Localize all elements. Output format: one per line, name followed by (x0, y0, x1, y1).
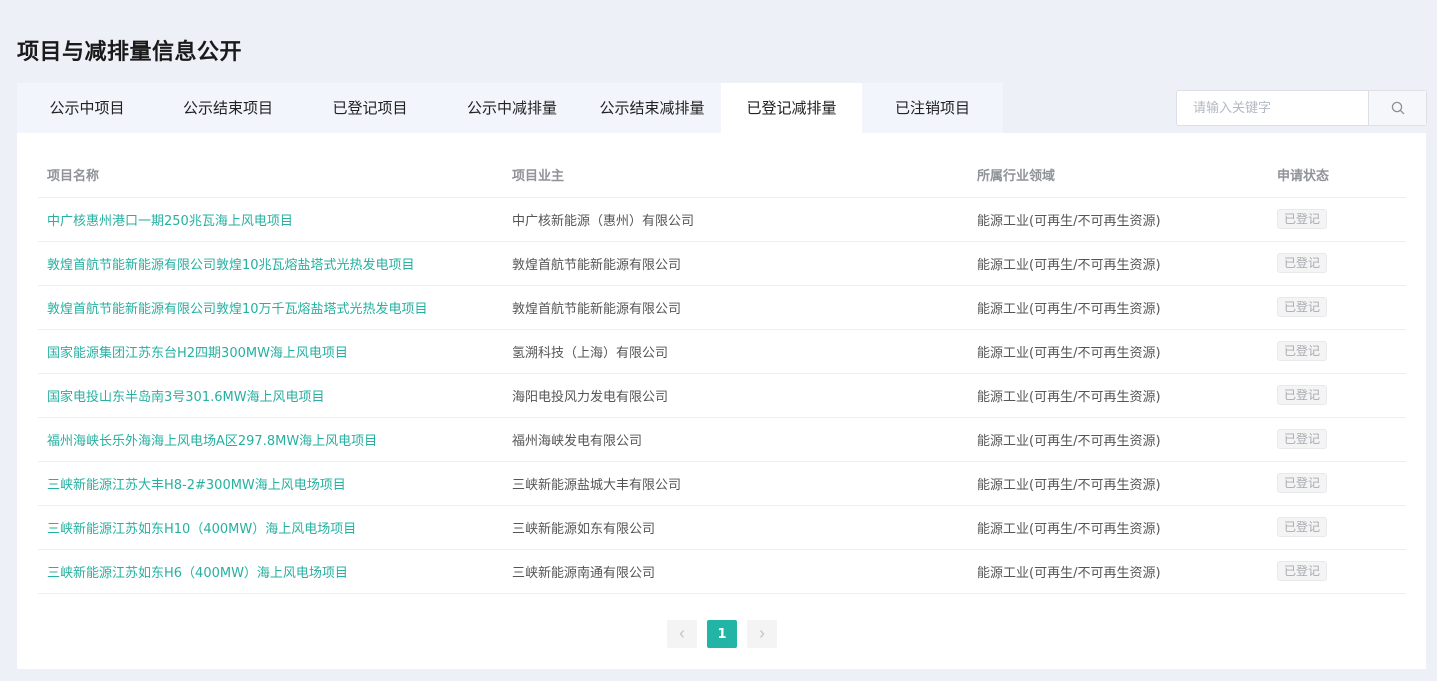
table-row: 三峡新能源江苏如东H10（400MW）海上风电场项目 三峡新能源如东有限公司 能… (38, 505, 1406, 550)
column-header-owner: 项目业主 (503, 153, 968, 198)
status-badge: 已登记 (1277, 341, 1328, 361)
project-industry: 能源工业(可再生/不可再生资源) (968, 241, 1268, 286)
project-industry: 能源工业(可再生/不可再生资源) (968, 373, 1268, 418)
table-row: 三峡新能源江苏大丰H8-2#300MW海上风电场项目 三峡新能源盐城大丰有限公司… (38, 461, 1406, 506)
project-name-link[interactable]: 国家电投山东半岛南3号301.6MW海上风电项目 (47, 390, 325, 405)
project-name-link[interactable]: 三峡新能源江苏大丰H8-2#300MW海上风电场项目 (47, 478, 346, 493)
tab-registered-reductions[interactable]: 已登记减排量 (721, 83, 862, 133)
project-owner: 三峡新能源盐城大丰有限公司 (503, 461, 968, 506)
pagination: 1 (667, 620, 777, 648)
project-industry: 能源工业(可再生/不可再生资源) (968, 285, 1268, 330)
column-header-name: 项目名称 (38, 153, 503, 198)
chevron-left-icon (679, 630, 684, 638)
project-owner: 中广核新能源（惠州）有限公司 (503, 197, 968, 242)
table-row: 福州海峡长乐外海海上风电场A区297.8MW海上风电项目 福州海峡发电有限公司 … (38, 417, 1406, 462)
tab-bar: 公示中项目 公示结束项目 已登记项目 公示中减排量 公示结束减排量 已登记减排量… (17, 83, 1003, 133)
tab-announcing-reductions[interactable]: 公示中减排量 (441, 83, 583, 133)
project-name-link[interactable]: 敦煌首航节能新能源有限公司敦煌10兆瓦熔盐塔式光热发电项目 (47, 258, 415, 273)
project-owner: 敦煌首航节能新能源有限公司 (503, 285, 968, 330)
table-row: 三峡新能源江苏如东H6（400MW）海上风电场项目 三峡新能源南通有限公司 能源… (38, 549, 1406, 594)
project-name-link[interactable]: 敦煌首航节能新能源有限公司敦煌10万千瓦熔盐塔式光热发电项目 (47, 302, 428, 317)
project-owner: 三峡新能源如东有限公司 (503, 505, 968, 550)
tab-announced-projects[interactable]: 公示结束项目 (157, 83, 299, 133)
tab-announcing-projects[interactable]: 公示中项目 (17, 83, 157, 133)
status-badge: 已登记 (1277, 297, 1328, 317)
table-row: 敦煌首航节能新能源有限公司敦煌10万千瓦熔盐塔式光热发电项目 敦煌首航节能新能源… (38, 285, 1406, 330)
project-name-link[interactable]: 福州海峡长乐外海海上风电场A区297.8MW海上风电项目 (47, 434, 377, 449)
search-button[interactable] (1368, 91, 1426, 125)
tab-cancelled-projects[interactable]: 已注销项目 (862, 83, 1003, 133)
project-industry: 能源工业(可再生/不可再生资源) (968, 505, 1268, 550)
table-row: 敦煌首航节能新能源有限公司敦煌10兆瓦熔盐塔式光热发电项目 敦煌首航节能新能源有… (38, 241, 1406, 286)
page-number-button[interactable]: 1 (707, 620, 737, 648)
search-input[interactable] (1177, 91, 1368, 125)
chevron-right-icon (760, 630, 765, 638)
status-badge: 已登记 (1277, 517, 1328, 537)
status-badge: 已登记 (1277, 209, 1328, 229)
table-header-row: 项目名称 项目业主 所属行业领域 申请状态 (38, 153, 1406, 198)
project-owner: 福州海峡发电有限公司 (503, 417, 968, 462)
project-industry: 能源工业(可再生/不可再生资源) (968, 417, 1268, 462)
project-owner: 敦煌首航节能新能源有限公司 (503, 241, 968, 286)
search-icon (1391, 101, 1404, 115)
project-industry: 能源工业(可再生/不可再生资源) (968, 197, 1268, 242)
project-owner: 氢溯科技（上海）有限公司 (503, 329, 968, 374)
table-row: 中广核惠州港口一期250兆瓦海上风电项目 中广核新能源（惠州）有限公司 能源工业… (38, 197, 1406, 242)
status-badge: 已登记 (1277, 385, 1328, 405)
column-header-status: 申请状态 (1268, 153, 1406, 198)
project-name-link[interactable]: 国家能源集团江苏东台H2四期300MW海上风电项目 (47, 346, 348, 361)
project-industry: 能源工业(可再生/不可再生资源) (968, 461, 1268, 506)
status-badge: 已登记 (1277, 429, 1328, 449)
project-table: 项目名称 项目业主 所属行业领域 申请状态 中广核惠州港口一期250兆瓦海上风电… (38, 153, 1406, 594)
table-row: 国家能源集团江苏东台H2四期300MW海上风电项目 氢溯科技（上海）有限公司 能… (38, 329, 1406, 374)
project-industry: 能源工业(可再生/不可再生资源) (968, 549, 1268, 594)
next-page-button[interactable] (747, 620, 777, 648)
project-owner: 海阳电投风力发电有限公司 (503, 373, 968, 418)
column-header-industry: 所属行业领域 (968, 153, 1268, 198)
results-panel: 项目名称 项目业主 所属行业领域 申请状态 中广核惠州港口一期250兆瓦海上风电… (17, 133, 1426, 669)
project-name-link[interactable]: 三峡新能源江苏如东H10（400MW）海上风电场项目 (47, 522, 356, 537)
prev-page-button[interactable] (667, 620, 697, 648)
project-industry: 能源工业(可再生/不可再生资源) (968, 329, 1268, 374)
status-badge: 已登记 (1277, 473, 1328, 493)
tab-announced-reductions[interactable]: 公示结束减排量 (583, 83, 721, 133)
table-row: 国家电投山东半岛南3号301.6MW海上风电项目 海阳电投风力发电有限公司 能源… (38, 373, 1406, 418)
tab-registered-projects[interactable]: 已登记项目 (299, 83, 441, 133)
status-badge: 已登记 (1277, 253, 1328, 273)
status-badge: 已登记 (1277, 561, 1328, 581)
search-box (1176, 90, 1427, 126)
page-title: 项目与减排量信息公开 (17, 40, 243, 65)
project-name-link[interactable]: 三峡新能源江苏如东H6（400MW）海上风电场项目 (47, 566, 348, 581)
project-name-link[interactable]: 中广核惠州港口一期250兆瓦海上风电项目 (47, 214, 293, 229)
project-owner: 三峡新能源南通有限公司 (503, 549, 968, 594)
